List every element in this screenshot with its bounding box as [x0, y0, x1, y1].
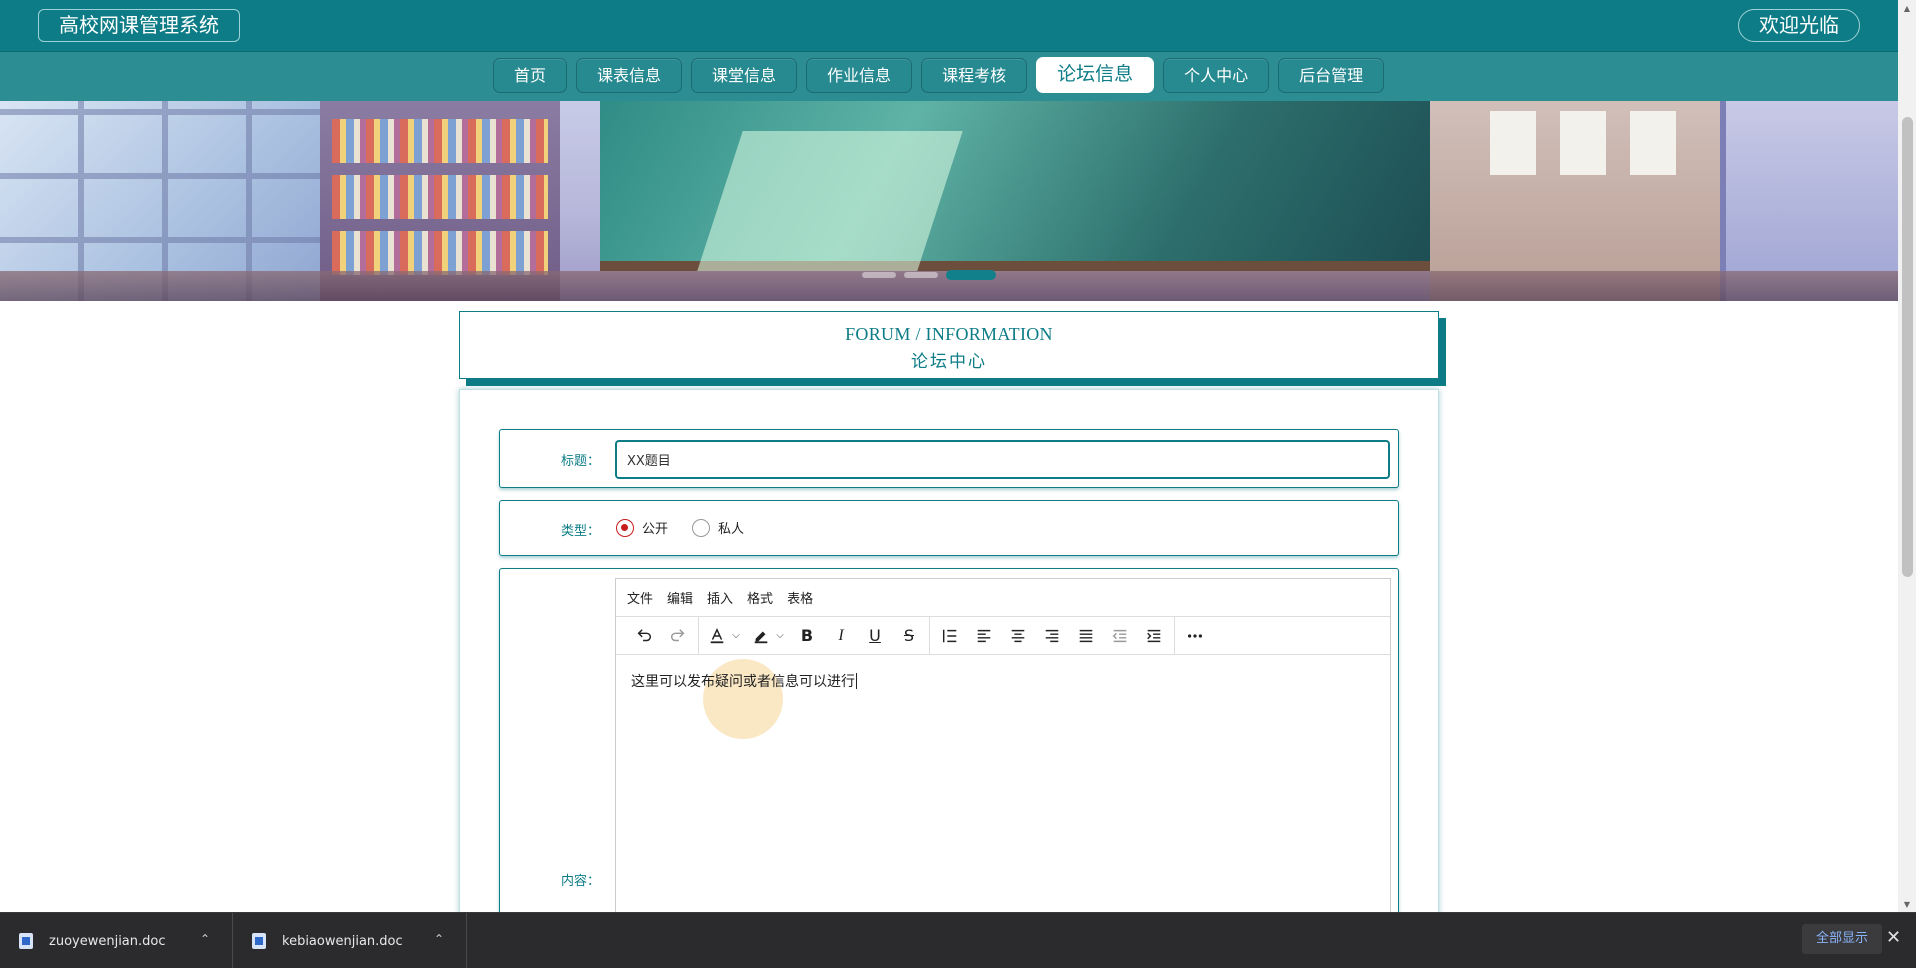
welcome-badge[interactable]: 欢迎光临	[1738, 9, 1860, 42]
radio-private-label: 私人	[718, 522, 745, 537]
content-label: 内容：	[560, 874, 600, 889]
indent-icon[interactable]	[1137, 621, 1171, 651]
more-icon[interactable]	[1178, 621, 1212, 651]
align-left-icon[interactable]	[967, 621, 1001, 651]
document-icon	[252, 933, 266, 949]
nav-item-classroom[interactable]: 课堂信息	[691, 58, 798, 93]
downloads-bar: zuoyewenjian.doc ⌃ kebiaowenjian.doc ⌃ 全…	[0, 912, 1916, 968]
italic-icon[interactable]: I	[824, 621, 858, 651]
align-justify-icon[interactable]	[1069, 621, 1103, 651]
scroll-up-arrow-icon[interactable]: ▲	[1898, 0, 1916, 16]
nav-item-homework[interactable]: 作业信息	[806, 58, 913, 93]
editor-text: 这里可以发布疑问或者信息可以进行	[631, 674, 855, 690]
type-row: 类型： 公开 私人	[499, 500, 1399, 556]
nav-list: 首页 课表信息 课堂信息 作业信息 课程考核 论坛信息 个人中心 后台管理	[493, 57, 1385, 93]
title-label: 标题：	[560, 454, 600, 469]
nav-item-timetable[interactable]: 课表信息	[576, 58, 683, 93]
menu-table[interactable]: 表格	[787, 588, 813, 607]
editor-toolbar: ⌵ ⌵ B I U S	[616, 616, 1390, 655]
document-icon	[19, 933, 33, 949]
nav-item-forum[interactable]: 论坛信息	[1036, 57, 1155, 93]
cursor-highlight	[703, 659, 783, 739]
title-row: 标题：	[499, 429, 1399, 488]
menu-edit[interactable]: 编辑	[667, 588, 693, 607]
chevron-up-icon[interactable]: ⌃	[434, 932, 444, 946]
type-radio-group: 公开 私人	[616, 518, 768, 537]
align-right-icon[interactable]	[1035, 621, 1069, 651]
editor-menubar: 文件 编辑 插入 格式 表格	[616, 579, 1390, 617]
hero-banner	[0, 101, 1898, 301]
download-item[interactable]: kebiaowenjian.doc ⌃	[233, 913, 467, 968]
nav-item-home[interactable]: 首页	[493, 58, 568, 93]
type-label: 类型：	[560, 524, 600, 539]
chevron-down-icon: ⌵	[776, 630, 784, 641]
underline-icon[interactable]: U	[858, 621, 892, 651]
scroll-down-arrow-icon[interactable]: ▼	[1898, 896, 1916, 912]
close-icon[interactable]: ✕	[1886, 927, 1901, 948]
title-input[interactable]	[615, 440, 1390, 479]
radio-public[interactable]: 公开	[616, 518, 668, 537]
download-filename: kebiaowenjian.doc	[282, 933, 403, 949]
chevron-down-icon: ⌵	[732, 630, 740, 641]
radio-private[interactable]: 私人	[692, 518, 744, 537]
line-height-icon[interactable]	[933, 621, 967, 651]
carousel-dots	[862, 270, 996, 280]
nav-item-assessment[interactable]: 课程考核	[921, 58, 1028, 93]
outdent-icon[interactable]	[1103, 621, 1137, 651]
banner-chalkboard-art	[600, 101, 1430, 271]
carousel-dot-active[interactable]	[946, 270, 996, 280]
section-title-en: FORUM / INFORMATION	[845, 324, 1053, 344]
bold-icon[interactable]: B	[790, 621, 824, 651]
align-center-icon[interactable]	[1001, 621, 1035, 651]
top-header: 高校网课管理系统 欢迎光临	[0, 0, 1898, 52]
rich-text-editor: 文件 编辑 插入 格式 表格 ⌵ ⌵ B I U S 这里可以发布疑问或者信息可…	[615, 578, 1391, 968]
chevron-up-icon[interactable]: ⌃	[200, 932, 210, 946]
radio-public-circle[interactable]	[616, 518, 634, 537]
show-all-downloads-button[interactable]: 全部显示	[1802, 924, 1883, 954]
section-title-cn: 论坛中心	[911, 352, 987, 372]
section-header: FORUM / INFORMATION 论坛中心	[459, 311, 1439, 379]
forum-form: 标题： 类型： 公开 私人 内容： 文件 编辑 插入 格式 表格	[459, 389, 1439, 968]
site-title[interactable]: 高校网课管理系统	[38, 9, 240, 42]
redo-icon[interactable]	[661, 621, 695, 651]
strikethrough-icon[interactable]: S	[892, 621, 926, 651]
content-row: 内容： 文件 编辑 插入 格式 表格 ⌵ ⌵ B I U S 这里可以发布疑问或…	[499, 568, 1399, 968]
text-caret	[856, 673, 857, 689]
main-nav: 首页 课表信息 课堂信息 作业信息 课程考核 论坛信息 个人中心 后台管理	[0, 52, 1898, 101]
text-color-icon[interactable]: ⌵	[702, 621, 746, 651]
download-filename: zuoyewenjian.doc	[49, 933, 166, 949]
nav-item-admin[interactable]: 后台管理	[1278, 58, 1385, 93]
nav-item-profile[interactable]: 个人中心	[1163, 58, 1270, 93]
menu-format[interactable]: 格式	[747, 588, 773, 607]
menu-insert[interactable]: 插入	[707, 588, 733, 607]
page-scrollbar[interactable]: ▲ ▼	[1898, 0, 1916, 912]
scrollbar-thumb[interactable]	[1902, 117, 1913, 577]
radio-private-circle[interactable]	[692, 518, 711, 537]
menu-file[interactable]: 文件	[627, 588, 653, 607]
editor-content[interactable]: 这里可以发布疑问或者信息可以进行	[616, 655, 1390, 739]
undo-icon[interactable]	[627, 621, 661, 651]
highlight-icon[interactable]: ⌵	[746, 621, 790, 651]
carousel-dot[interactable]	[904, 272, 938, 278]
download-item[interactable]: zuoyewenjian.doc ⌃	[0, 913, 233, 968]
carousel-dot[interactable]	[862, 272, 896, 278]
radio-public-label: 公开	[642, 522, 669, 537]
